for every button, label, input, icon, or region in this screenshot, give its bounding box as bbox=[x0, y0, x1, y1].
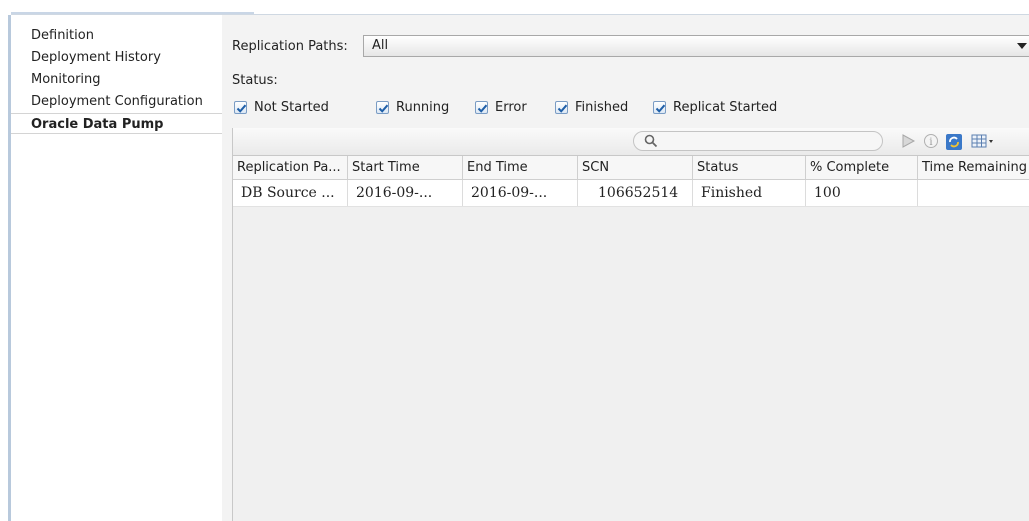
status-check-label: Replicat Started bbox=[673, 100, 778, 115]
svg-text:i: i bbox=[929, 137, 932, 148]
table-toolbar: i bbox=[233, 128, 1029, 156]
cell-time-remaining bbox=[918, 180, 1029, 206]
refresh-icon[interactable] bbox=[945, 133, 963, 151]
columns-icon[interactable] bbox=[971, 133, 995, 149]
status-label: Status: bbox=[232, 73, 278, 88]
sidebar: Definition Deployment History Monitoring… bbox=[11, 15, 223, 521]
checkbox[interactable] bbox=[653, 101, 666, 114]
main-panel: Replication Paths: All Status: Not Start… bbox=[222, 15, 1029, 521]
replication-paths-select[interactable]: All bbox=[363, 35, 1029, 57]
status-check-label: Error bbox=[495, 100, 527, 115]
column-header-status[interactable]: Status bbox=[693, 156, 806, 179]
checkbox[interactable] bbox=[475, 101, 488, 114]
status-check-label: Finished bbox=[575, 100, 629, 115]
cell-end-time: 2016-09-... bbox=[463, 180, 578, 206]
checkbox[interactable] bbox=[234, 101, 247, 114]
column-header-scn[interactable]: SCN bbox=[578, 156, 693, 179]
column-header-end-time[interactable]: End Time bbox=[463, 156, 578, 179]
checkbox[interactable] bbox=[555, 101, 568, 114]
chevron-down-icon[interactable] bbox=[1017, 43, 1027, 49]
cell-start-time: 2016-09-... bbox=[348, 180, 463, 206]
table-row[interactable]: DB Source ... 2016-09-... 2016-09-... 10… bbox=[233, 180, 1029, 207]
cell-status: Finished bbox=[693, 180, 806, 206]
column-header-percent-complete[interactable]: % Complete bbox=[806, 156, 918, 179]
sidebar-item-oracle-data-pump[interactable]: Oracle Data Pump bbox=[11, 113, 222, 134]
sidebar-item-definition[interactable]: Definition bbox=[11, 25, 222, 46]
cell-replication-path: DB Source ... bbox=[233, 180, 348, 206]
table-header: Replication Pa... Start Time End Time SC… bbox=[233, 156, 1029, 180]
replication-paths-value: All bbox=[372, 38, 389, 53]
cell-scn: 106652514 bbox=[578, 180, 693, 206]
column-header-time-remaining[interactable]: Time Remaining bbox=[918, 156, 1029, 179]
search-input[interactable] bbox=[633, 131, 883, 151]
search-icon bbox=[644, 134, 658, 148]
replication-paths-label: Replication Paths: bbox=[232, 39, 348, 54]
run-icon[interactable] bbox=[900, 133, 916, 149]
column-header-start-time[interactable]: Start Time bbox=[348, 156, 463, 179]
info-icon[interactable]: i bbox=[923, 133, 939, 149]
sidebar-item-deployment-history[interactable]: Deployment History bbox=[11, 47, 222, 68]
column-header-replication-path[interactable]: Replication Pa... bbox=[233, 156, 348, 179]
status-check-label: Not Started bbox=[254, 100, 329, 115]
checkbox[interactable] bbox=[376, 101, 389, 114]
sidebar-item-deployment-configuration[interactable]: Deployment Configuration bbox=[11, 91, 222, 112]
status-check-label: Running bbox=[396, 100, 450, 115]
sidebar-item-monitoring[interactable]: Monitoring bbox=[11, 69, 222, 90]
replication-table: i Replication Pa... Start Time End Time … bbox=[232, 128, 1029, 521]
cell-percent-complete: 100 bbox=[806, 180, 918, 206]
